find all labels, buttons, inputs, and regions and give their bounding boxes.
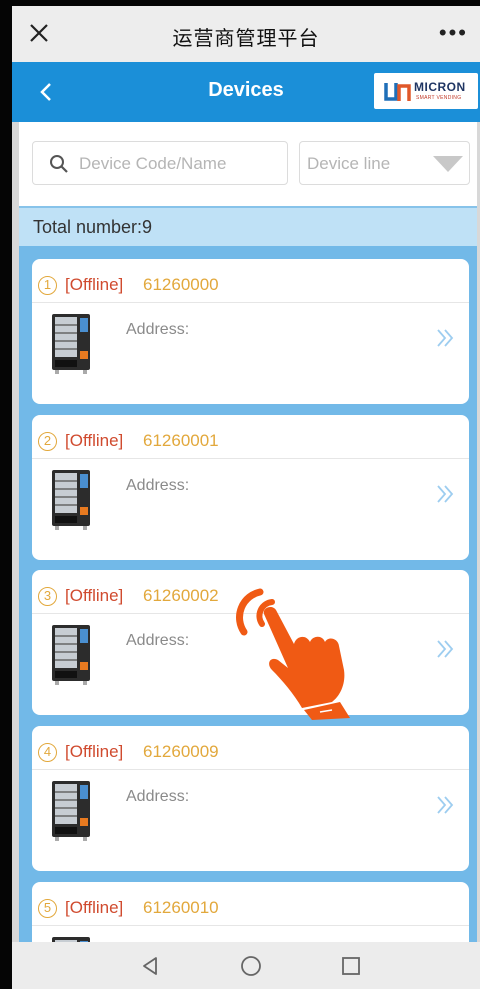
device-code: 61260000 xyxy=(143,275,219,294)
back-triangle-icon[interactable] xyxy=(138,954,162,978)
device-index: 1 xyxy=(38,276,57,295)
logo-mark-icon xyxy=(384,83,411,101)
search-placeholder: Device Code/Name xyxy=(79,154,227,173)
device-index: 2 xyxy=(38,432,57,451)
device-card-header: 4 [Offline] 61260009 xyxy=(32,726,469,770)
device-status: [Offline] xyxy=(65,742,124,761)
device-card-header: 2 [Offline] 61260001 xyxy=(32,415,469,459)
main-content: Device Code/Name Device line Total numbe… xyxy=(19,122,477,942)
wechat-page-title: 运营商管理平台 xyxy=(172,26,320,50)
device-status: [Offline] xyxy=(65,586,124,605)
device-card[interactable]: 2 [Offline] 61260001 Address: xyxy=(32,415,469,560)
vending-machine-icon xyxy=(52,314,90,374)
device-address-label: Address: xyxy=(126,477,190,494)
double-chevron-right-icon xyxy=(437,485,454,503)
device-code: 61260002 xyxy=(143,586,219,605)
micron-logo: MICRON SMART VENDING xyxy=(374,73,478,109)
logo-subtext: SMART VENDING xyxy=(416,95,462,101)
device-index: 3 xyxy=(38,587,57,606)
vending-machine-icon xyxy=(52,781,90,841)
logo-text: MICRON xyxy=(414,80,466,94)
recents-square-icon[interactable] xyxy=(339,954,363,978)
device-status: [Offline] xyxy=(65,275,124,294)
device-card-header: 5 [Offline] 61260010 xyxy=(32,882,469,926)
device-card-header: 1 [Offline] 61260000 xyxy=(32,259,469,303)
device-card[interactable]: 1 [Offline] 61260000 Address: xyxy=(32,259,469,404)
filter-row: Device Code/Name Device line xyxy=(19,122,477,206)
device-code: 61260009 xyxy=(143,742,219,761)
total-count-bar: Total number:9 xyxy=(19,206,477,246)
device-address-label: Address: xyxy=(126,788,190,805)
device-address-label: Address: xyxy=(126,632,190,649)
wechat-title-bar: 运营商管理平台 ••• xyxy=(12,6,480,62)
device-status: [Offline] xyxy=(65,898,124,917)
phone-screen: 运营商管理平台 ••• Devices MICRON SMART VENDING xyxy=(12,6,480,989)
device-index: 4 xyxy=(38,743,57,762)
device-status: [Offline] xyxy=(65,431,124,450)
system-nav-bar xyxy=(12,942,480,989)
device-line-select[interactable]: Device line xyxy=(299,141,470,185)
double-chevron-right-icon xyxy=(437,640,454,658)
vending-machine-icon xyxy=(52,470,90,530)
total-count: Total number:9 xyxy=(33,217,153,237)
dropdown-caret-icon xyxy=(433,156,463,172)
device-card[interactable]: 4 [Offline] 61260009 Address: xyxy=(32,726,469,871)
double-chevron-right-icon xyxy=(437,796,454,814)
tap-hand-icon xyxy=(236,588,350,720)
more-options-button[interactable]: ••• xyxy=(439,22,468,44)
device-code: 61260001 xyxy=(143,431,219,450)
search-icon xyxy=(50,155,68,173)
device-index: 5 xyxy=(38,899,57,918)
app-header: Devices MICRON SMART VENDING xyxy=(12,62,480,122)
vending-machine-icon xyxy=(52,625,90,685)
search-input[interactable]: Device Code/Name xyxy=(32,141,288,185)
device-line-placeholder: Device line xyxy=(307,154,391,173)
device-code: 61260010 xyxy=(143,898,219,917)
double-chevron-right-icon xyxy=(437,329,454,347)
device-address-label: Address: xyxy=(126,321,190,338)
device-card[interactable]: 5 [Offline] 61260010 xyxy=(32,882,469,942)
home-circle-icon[interactable] xyxy=(239,954,263,978)
